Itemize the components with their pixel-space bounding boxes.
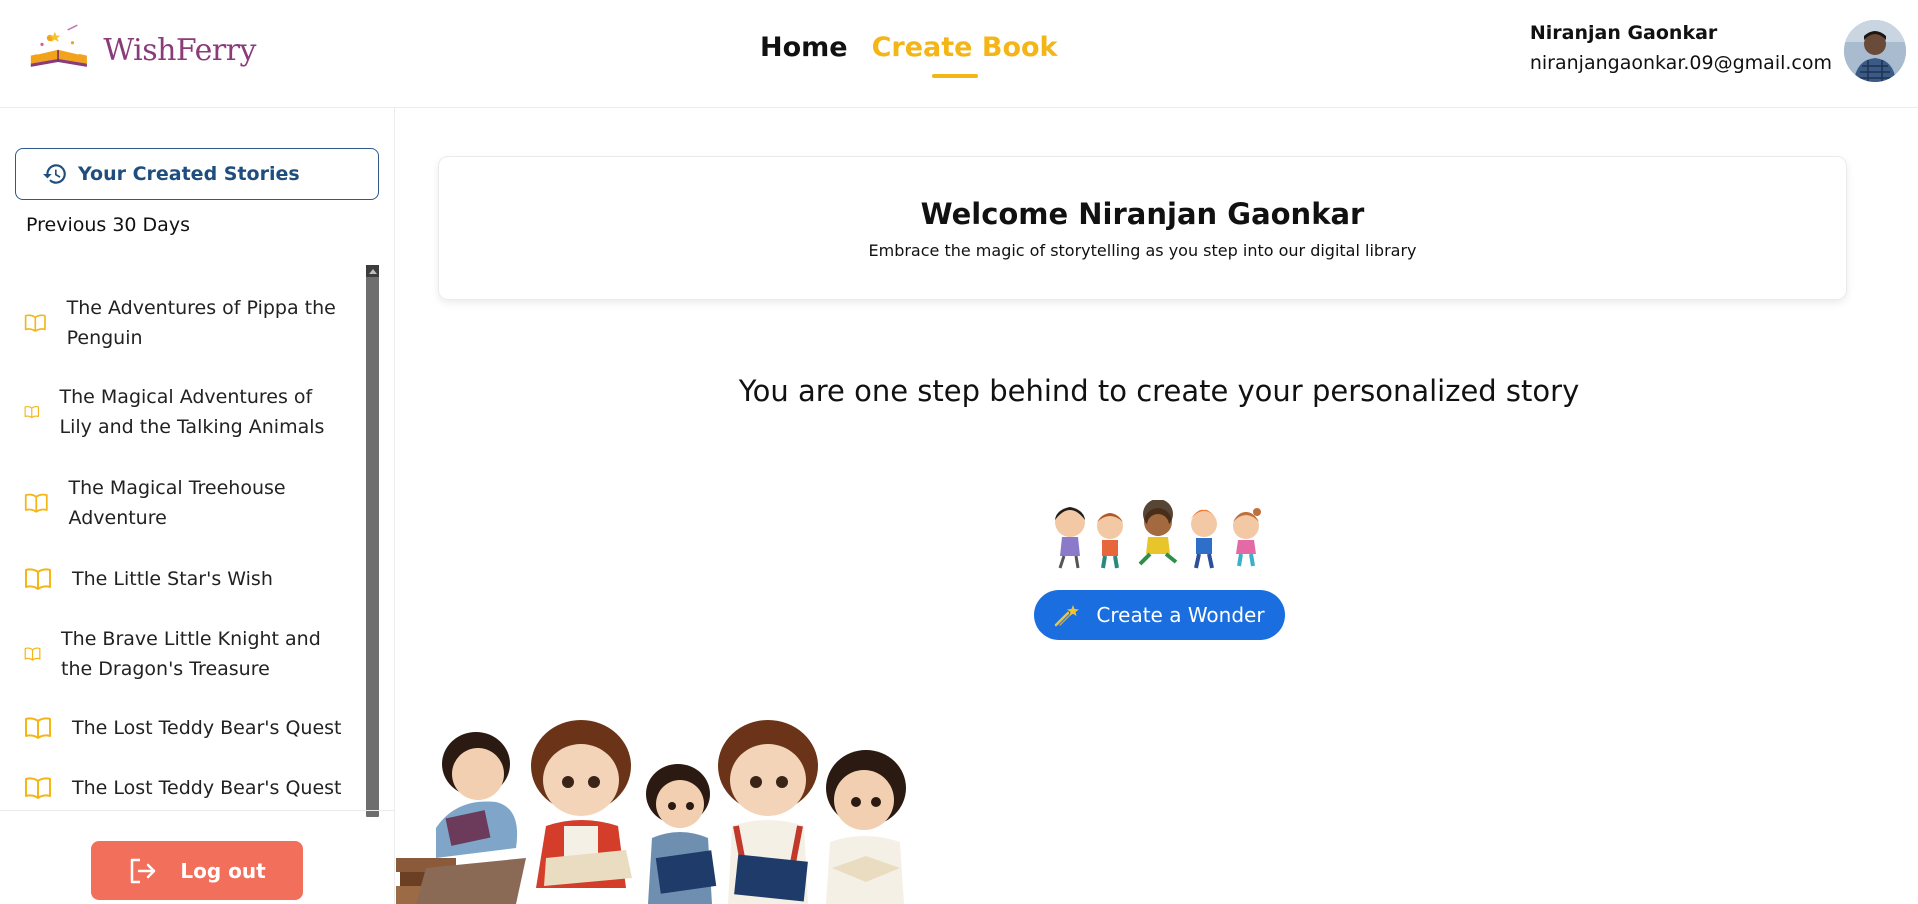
top-bar: WishFerry Home Create Book Niranjan Gaon…: [0, 0, 1918, 108]
open-book-icon: [24, 314, 46, 332]
story-title: The Lost Teddy Bear's Quest: [72, 777, 342, 799]
story-title: The Magical Adventures of Lily and the T…: [59, 386, 325, 438]
story-list-item[interactable]: The Lost Teddy Bear's Quest: [0, 758, 364, 810]
user-name: Niranjan Gaonkar: [1529, 22, 1718, 44]
create-a-wonder-button[interactable]: Create a Wonder: [1034, 590, 1285, 640]
story-list-item[interactable]: The Adventures of Pippa the Penguin: [0, 280, 364, 366]
open-book-icon: [24, 493, 48, 513]
main-nav: Home Create Book: [760, 32, 1058, 78]
open-book-icon: [24, 647, 41, 661]
user-info: Niranjan Gaonkar niranjangaonkar.09@gmai…: [1530, 22, 1832, 74]
story-list-item[interactable]: The Little Star's Wish: [0, 548, 364, 610]
your-created-stories-button[interactable]: Your Created Stories: [15, 148, 379, 200]
scroll-up-arrow-icon[interactable]: [366, 265, 379, 277]
section-label-previous-30-days: Previous 30 Days: [26, 214, 190, 236]
active-tab-indicator: [931, 74, 978, 78]
sidebar: Your Created Stories Previous 30 Days Th…: [0, 108, 395, 904]
book-logo-icon: [30, 24, 87, 67]
open-book-icon: [25, 717, 51, 739]
create-a-wonder-label: Create a Wonder: [1096, 603, 1265, 627]
open-book-icon: [24, 406, 39, 419]
step-prompt-text: You are one step behind to create your p…: [738, 374, 1580, 408]
logout-button[interactable]: Log out: [91, 841, 303, 900]
logout-label: Log out: [180, 858, 266, 883]
welcome-card: Welcome Niranjan Gaonkar Embrace the mag…: [438, 156, 1847, 300]
story-title: The Magical Treehouse Adventure: [68, 477, 286, 529]
story-list-item[interactable]: The Lost Teddy Bear's Quest: [0, 698, 364, 758]
story-title: The Adventures of Pippa the Penguin: [66, 297, 336, 349]
story-title: The Little Star's Wish: [72, 568, 273, 590]
open-book-icon: [25, 568, 51, 590]
welcome-title: Welcome Niranjan Gaonkar: [920, 197, 1365, 231]
nav-home[interactable]: Home: [760, 32, 848, 63]
nav-create-book-label: Create Book: [871, 32, 1058, 63]
story-list: The Adventures of Pippa the Penguin The …: [0, 280, 364, 810]
user-email: niranjangaonkar.09@gmail.com: [1529, 52, 1832, 74]
open-book-icon: [25, 777, 51, 799]
jumping-kids-illustration: [1055, 500, 1261, 569]
history-icon: [43, 164, 66, 184]
sidebar-footer: Log out: [0, 810, 395, 904]
story-title: The Lost Teddy Bear's Quest: [72, 717, 342, 739]
welcome-subtitle: Embrace the magic of storytelling as you…: [868, 241, 1417, 260]
kids-reading-illustration: [396, 720, 906, 904]
logout-icon: [131, 858, 156, 883]
logo-text: WishFerry: [103, 32, 256, 68]
story-list-scrollbar[interactable]: [366, 265, 379, 817]
logo[interactable]: WishFerry: [26, 18, 256, 82]
user-photo-icon: [1844, 20, 1906, 82]
story-list-item[interactable]: The Magical Adventures of Lily and the T…: [0, 366, 364, 458]
magic-wand-icon: [1055, 605, 1080, 627]
nav-create-book[interactable]: Create Book: [871, 32, 1058, 78]
avatar[interactable]: [1844, 20, 1906, 82]
story-list-item[interactable]: The Brave Little Knight and the Dragon's…: [0, 610, 364, 698]
your-created-stories-label: Your Created Stories: [78, 163, 300, 185]
story-list-item[interactable]: The Magical Treehouse Adventure: [0, 458, 364, 548]
story-title: The Brave Little Knight and the Dragon's…: [61, 628, 321, 680]
